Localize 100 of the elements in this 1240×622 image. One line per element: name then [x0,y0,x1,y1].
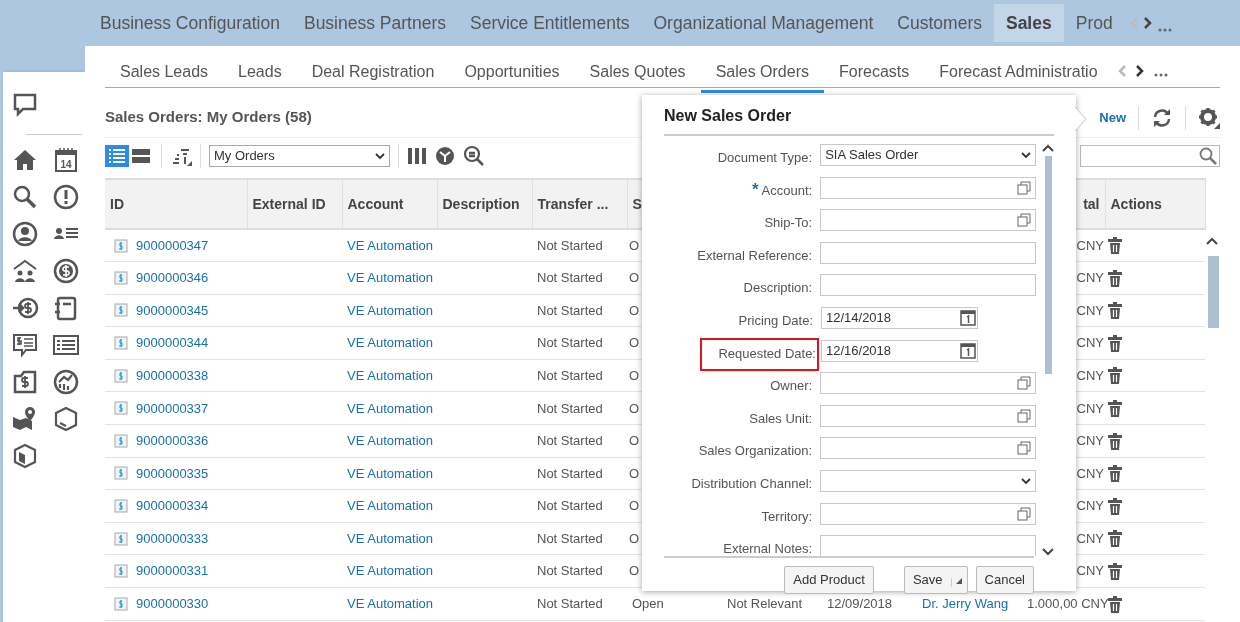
query-dropdown[interactable]: My Orders [209,145,390,167]
delete-icon[interactable] [1107,302,1123,321]
order-id-link[interactable]: 9000000344 [136,333,209,353]
order-id-link[interactable]: 9000000338 [136,365,209,386]
account-link[interactable]: VE Automation [347,433,433,449]
growth-icon[interactable] [52,368,80,396]
delete-icon[interactable] [1107,465,1123,484]
alert-icon[interactable] [52,183,80,211]
more-icon[interactable] [1156,27,1173,33]
nav-tab[interactable]: Organizational Management [641,3,886,43]
input-field[interactable] [820,502,1036,525]
tab[interactable]: Sales Quotes [574,56,701,93]
input-field[interactable] [820,274,1036,297]
cancel-button[interactable]: Cancel [975,566,1034,594]
account-link[interactable]: VE Automation [347,270,433,286]
tab[interactable]: Sales Leads [105,56,224,93]
speech-dollar-icon[interactable] [11,331,39,359]
account-link[interactable]: VE Automation [347,596,433,612]
date-field[interactable]: 12/16/2018 [821,339,978,362]
account-link[interactable]: VE Automation [347,237,433,253]
chevron-up-icon[interactable] [1205,236,1218,245]
account-link[interactable]: VE Automation [347,302,433,318]
nav-tab[interactable]: Customers [885,3,994,43]
zoom-out-icon[interactable] [463,145,485,167]
delete-icon[interactable] [1107,237,1123,256]
product-icon[interactable] [11,442,39,470]
column-header[interactable]: tal [1083,195,1100,212]
invoice-icon[interactable] [11,368,39,396]
tab[interactable]: Deal Registration [296,56,450,93]
delete-icon[interactable] [1107,269,1123,288]
column-header[interactable]: S [632,195,642,212]
input-field[interactable] [820,209,1036,232]
column-header[interactable]: ID [110,195,124,212]
new-link[interactable]: New [1099,107,1126,128]
nav-tab[interactable]: Sales [993,3,1064,43]
scrollbar-thumb[interactable] [1207,256,1219,328]
input-field[interactable] [820,176,1036,199]
order-id-link[interactable]: 9000000333 [136,528,209,549]
nav-tab[interactable]: Prod [1063,3,1125,43]
cube-icon[interactable] [52,405,80,433]
input-field[interactable] [820,437,1036,460]
dollar-icon[interactable] [52,257,80,285]
order-id-link[interactable]: 9000000337 [136,398,209,418]
refresh-icon[interactable] [1151,106,1173,129]
chevron-down-icon[interactable] [1042,548,1054,556]
delete-icon[interactable] [1107,334,1123,353]
bank-icon[interactable] [11,257,39,285]
account-link[interactable]: VE Automation [347,400,433,416]
more-icon[interactable] [1152,72,1169,78]
dropdown-field[interactable] [820,469,1036,492]
order-id-link[interactable]: 9000000335 [136,463,209,484]
chevron-up-icon[interactable] [1042,144,1054,152]
tab[interactable]: Leads [223,56,297,93]
order-id-link[interactable]: 9000000345 [136,300,209,321]
order-id-link[interactable]: 9000000334 [136,496,209,516]
columns-icon[interactable] [407,147,427,165]
tab[interactable]: Forecast Administratio [924,56,1113,93]
account-link[interactable]: VE Automation [347,530,433,546]
table-cell: Not Started [537,400,603,416]
nav-tab[interactable]: Service Entitlements [458,3,642,43]
scroll-right-icon[interactable] [1134,64,1145,78]
scroll-right-icon[interactable] [1142,16,1153,30]
input-field[interactable] [820,404,1036,427]
delete-icon[interactable] [1107,367,1123,386]
list-view-icon[interactable] [105,145,129,167]
order-id-link[interactable]: 9000000331 [136,561,209,581]
owner-link[interactable]: Dr. Jerry Wang [922,596,1009,612]
date-field[interactable]: 12/14/2018 [821,306,978,329]
account-link[interactable]: VE Automation [347,498,433,514]
add-product-button[interactable]: Add Product [784,566,874,594]
delete-icon[interactable] [1107,595,1123,614]
filter-circle-icon[interactable] [435,146,455,166]
order-id-link[interactable]: 9000000346 [136,268,209,288]
nav-tab[interactable]: Business Partners [291,3,458,43]
input-field[interactable] [820,372,1036,395]
person-icon[interactable] [11,220,39,248]
tab[interactable]: Forecasts [824,56,925,93]
order-id-link[interactable]: 9000000336 [136,431,209,451]
order-id-link[interactable]: 9000000347 [136,235,209,256]
delete-icon[interactable] [1107,497,1123,516]
order-id-link[interactable]: 9000000330 [136,594,209,614]
account-link[interactable]: VE Automation [347,335,433,351]
input-field[interactable] [820,535,1036,556]
delete-icon[interactable] [1107,400,1123,419]
dropdown-field[interactable]: SIA Sales Order [820,144,1036,166]
search-icon[interactable] [11,183,39,211]
settings-icon[interactable] [1198,106,1220,129]
scrollbar-thumb[interactable] [1044,156,1052,374]
save-button[interactable]: Save [903,566,968,594]
account-link[interactable]: VE Automation [347,563,433,579]
account-link[interactable]: VE Automation [347,465,433,481]
delete-icon[interactable] [1107,432,1123,451]
tab[interactable]: Opportunities [449,56,575,93]
delete-icon[interactable] [1107,563,1123,581]
account-link[interactable]: VE Automation [347,367,433,383]
delete-icon[interactable] [1107,530,1123,549]
search-field[interactable] [1080,145,1220,167]
input-field[interactable] [820,241,1036,264]
nav-tab[interactable]: Business Configuration [88,3,292,43]
column-header[interactable]: Actions [1110,195,1162,212]
